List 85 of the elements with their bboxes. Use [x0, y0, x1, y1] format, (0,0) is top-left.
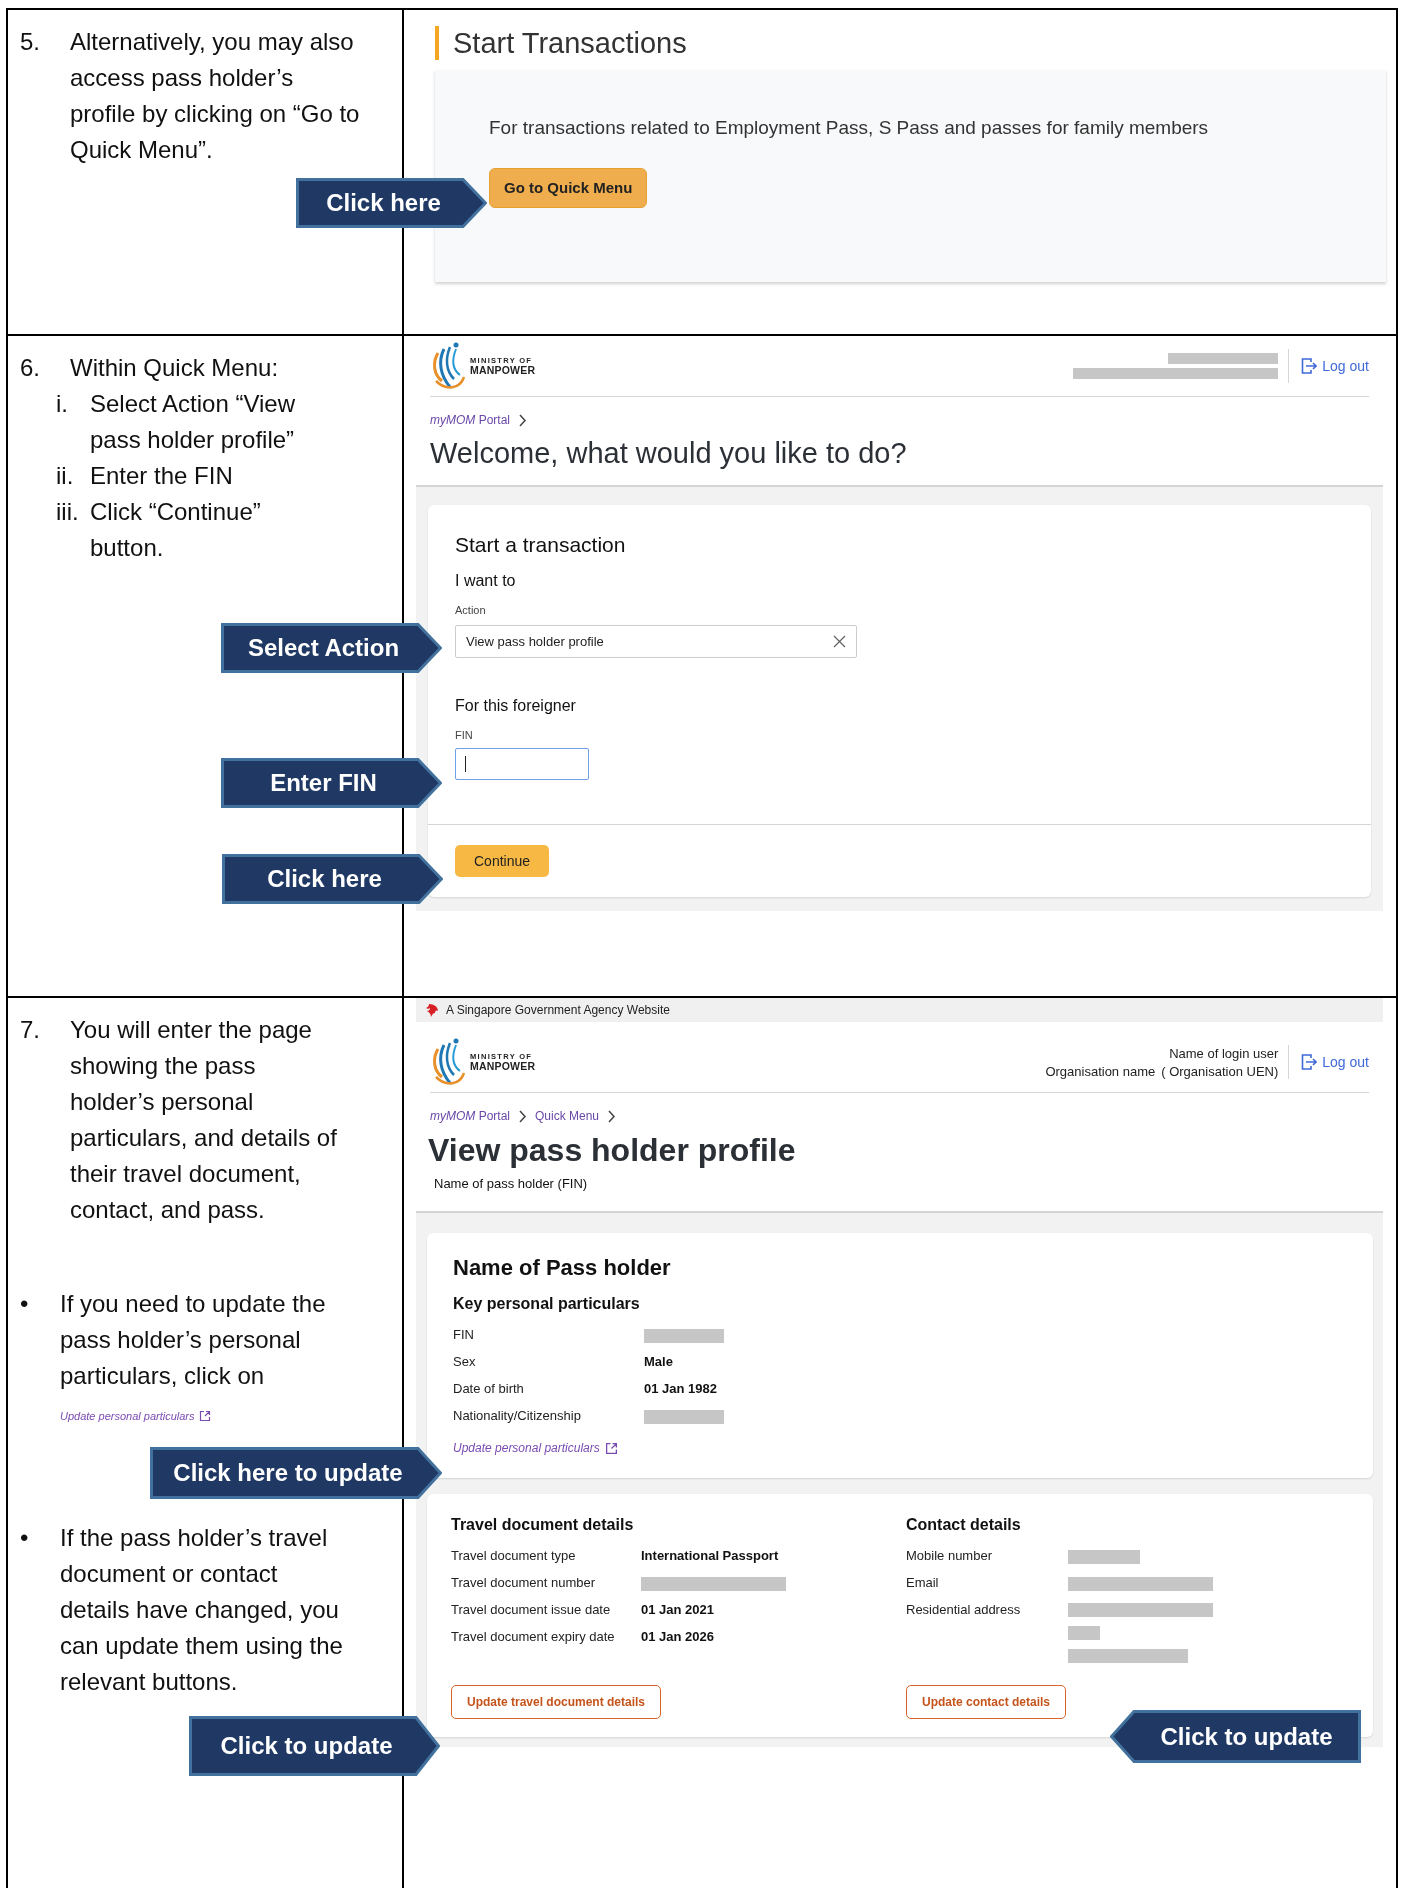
field-label: Mobile number	[906, 1547, 993, 1565]
field-label: Travel document type	[451, 1547, 577, 1565]
field-label: Date of birth	[453, 1380, 525, 1398]
user-name: Name of login user	[1169, 1045, 1279, 1061]
callout-arrow: Click to update	[1110, 1710, 1361, 1763]
section-label: Travel document details	[451, 1515, 635, 1535]
section-heading: Start Transactions	[435, 26, 1398, 60]
field-value: 01 Jan 1982	[644, 1380, 718, 1398]
update-button[interactable]: Update travel document details	[451, 1685, 662, 1719]
page-title: View pass holder profile	[428, 1131, 797, 1169]
logo-icon	[430, 1037, 468, 1087]
field-label: FIN	[453, 1326, 475, 1344]
logout-link[interactable]: Log out	[1301, 1053, 1369, 1071]
panel-description: For transactions related to Employment Pass, S Pass and passes for family members	[489, 116, 1210, 140]
logo-text: MANPOWER	[470, 1060, 536, 1071]
field-value: Male	[644, 1353, 674, 1371]
step-number: 6.	[20, 353, 41, 383]
field-label: Travel document expiry date	[451, 1628, 616, 1646]
field-label: FIN	[455, 728, 474, 742]
callout-arrow: Click here	[296, 178, 487, 228]
quick-menu-button[interactable]: Go to Quick Menu	[489, 168, 648, 208]
section-label: I want to	[455, 571, 517, 591]
instruction-text: Select Action “View pass holder profile”	[90, 389, 296, 455]
field-value: International Passport	[641, 1547, 780, 1565]
redacted-bar	[1068, 1549, 1140, 1564]
card-title: Start a transaction	[455, 532, 627, 558]
breadcrumb-link[interactable]: myMOM Portal	[430, 1109, 510, 1123]
continue-button[interactable]: Continue	[455, 845, 550, 877]
list-marker: i.	[56, 389, 69, 419]
card-title: Name of Pass holder	[453, 1254, 672, 1282]
callout-arrow: Click here	[222, 854, 443, 904]
logo-text: MANPOWER	[470, 364, 536, 375]
field-value: 01 Jan 2026	[641, 1628, 715, 1646]
update-link[interactable]: Update personal particulars	[60, 1408, 211, 1424]
instruction-text: Alternatively, you may also access pass holder’s profile by clicking on “Go to Quick Menu”.	[70, 27, 360, 165]
callout-arrow: Select Action	[221, 623, 442, 673]
page-subtitle: Name of pass holder (FIN)	[434, 1175, 589, 1193]
field-label: Nationality/Citizenship	[453, 1407, 582, 1425]
emblem-icon	[426, 1003, 440, 1017]
step-number: 5.	[20, 27, 41, 57]
action-select[interactable]: View pass holder profile	[455, 625, 857, 658]
clear-icon[interactable]	[833, 635, 846, 648]
chevron-icon	[518, 1109, 527, 1123]
breadcrumb-link[interactable]: myMOM Portal	[430, 413, 510, 427]
update-button[interactable]: Update contact details	[906, 1685, 1067, 1719]
organisation-name: Organisation name	[1045, 1063, 1156, 1079]
bullet-marker: •	[20, 1289, 30, 1319]
callout-arrow: Enter FIN	[221, 758, 442, 808]
breadcrumb-link[interactable]: Quick Menu	[535, 1109, 600, 1123]
instruction-text: Enter the FIN	[90, 461, 234, 491]
section-label: Contact details	[906, 1515, 1022, 1535]
logout-icon	[1301, 357, 1318, 375]
field-value: 01 Jan 2021	[641, 1601, 715, 1619]
logout-icon	[1301, 1053, 1318, 1071]
field-label: Residential address	[906, 1601, 1022, 1619]
field-label: Sex	[453, 1353, 477, 1371]
instruction-text: Click “Continue” button.	[90, 497, 262, 563]
instruction-text: You will enter the page showing the pass holder’s personal particulars, and details of their travel document, contact, and pass.	[70, 1015, 338, 1225]
field-label: Travel document issue date	[451, 1601, 612, 1619]
logout-link[interactable]: Log out	[1301, 357, 1369, 375]
section-label: Key personal particulars	[453, 1294, 641, 1314]
list-marker: iii.	[56, 497, 80, 527]
logo-icon	[430, 341, 468, 391]
field-label: Travel document number	[451, 1574, 597, 1592]
callout-arrow: Click here to update	[150, 1447, 442, 1499]
chevron-icon	[607, 1109, 617, 1123]
instruction-text: If the pass holder’s travel document or contact details have changed, you can update them using the relevant buttons.	[60, 1523, 344, 1697]
banner-text: A Singapore Government Agency Website	[446, 1003, 670, 1017]
step-number: 7.	[20, 1015, 41, 1045]
bullet-marker: •	[20, 1523, 30, 1553]
external-link-icon	[604, 1441, 618, 1455]
callout-arrow: Click to update	[189, 1716, 440, 1776]
update-link[interactable]: Update personal particulars	[453, 1441, 618, 1455]
page-title: Welcome, what would you like to do?	[430, 436, 908, 471]
instruction-text: If you need to update the pass holder’s personal particulars, click on	[60, 1289, 327, 1391]
instruction-text: Within Quick Menu:	[70, 353, 280, 383]
external-link-icon	[198, 1410, 211, 1422]
field-label: Action	[455, 603, 487, 617]
section-label: For this foreigner	[455, 696, 577, 716]
chevron-icon	[518, 413, 527, 427]
redacted-bar	[1068, 1626, 1100, 1640]
field-label: Email	[906, 1574, 940, 1592]
organisation-uen: ( Organisation UEN)	[1161, 1063, 1279, 1079]
list-marker: ii.	[56, 461, 75, 491]
fin-input-field[interactable]	[455, 748, 589, 780]
